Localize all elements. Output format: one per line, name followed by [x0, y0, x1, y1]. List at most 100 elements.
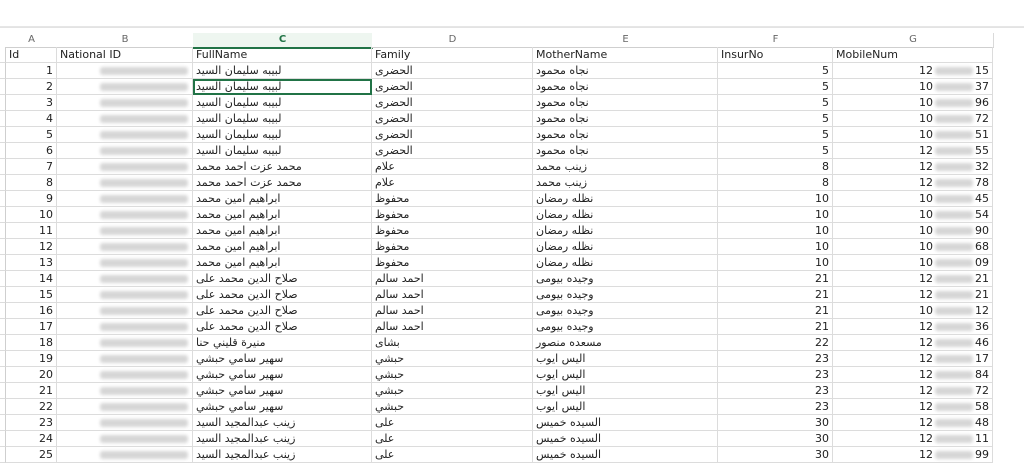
family-cell[interactable]: بشاى	[372, 335, 533, 351]
fullname-cell[interactable]: سهير سامي حبشي	[193, 399, 372, 415]
national-id-cell[interactable]	[57, 255, 193, 271]
fullname-cell[interactable]: صلاح الدين محمد على	[193, 303, 372, 319]
national-id-cell[interactable]	[57, 239, 193, 255]
mothername-cell[interactable]: وجيده بيومى	[533, 271, 718, 287]
mothername-cell[interactable]: السيده خميس	[533, 447, 718, 463]
id-cell[interactable]: 22	[6, 399, 57, 415]
fullname-cell[interactable]: محمد عزت احمد محمد	[193, 159, 372, 175]
id-cell[interactable]: 4	[6, 111, 57, 127]
mobilenum-cell[interactable]: 12 48	[833, 415, 993, 431]
id-cell[interactable]: 10	[6, 207, 57, 223]
national-id-cell[interactable]	[57, 223, 193, 239]
national-id-cell[interactable]	[57, 415, 193, 431]
insurno-cell[interactable]: 5	[718, 95, 833, 111]
insurno-cell[interactable]: 21	[718, 271, 833, 287]
mobilenum-cell[interactable]: 12 11	[833, 431, 993, 447]
insurno-cell[interactable]: 8	[718, 159, 833, 175]
family-cell[interactable]: حبشي	[372, 399, 533, 415]
national-id-cell[interactable]	[57, 207, 193, 223]
column-header-d[interactable]: D	[372, 33, 534, 48]
fullname-cell[interactable]: محمد عزت احمد محمد	[193, 175, 372, 191]
insurno-cell[interactable]: 10	[718, 239, 833, 255]
mothername-cell[interactable]: زينب محمد	[533, 159, 718, 175]
national-id-cell[interactable]	[57, 303, 193, 319]
family-cell[interactable]: علام	[372, 159, 533, 175]
mobilenum-cell[interactable]: 12 55	[833, 143, 993, 159]
national-id-cell[interactable]	[57, 383, 193, 399]
mobilenum-cell[interactable]: 10 72	[833, 111, 993, 127]
family-cell[interactable]: احمد سالم	[372, 287, 533, 303]
insurno-cell[interactable]: 23	[718, 399, 833, 415]
mothername-cell[interactable]: نظله رمضان	[533, 255, 718, 271]
field-header-id[interactable]: Id	[6, 47, 57, 63]
family-cell[interactable]: على	[372, 431, 533, 447]
national-id-cell[interactable]	[57, 351, 193, 367]
id-cell[interactable]: 25	[6, 447, 57, 463]
mobilenum-cell[interactable]: 12 32	[833, 159, 993, 175]
mobilenum-cell[interactable]: 12 99	[833, 447, 993, 463]
mobilenum-cell[interactable]: 12 78	[833, 175, 993, 191]
family-cell[interactable]: على	[372, 415, 533, 431]
fullname-cell[interactable]: زينب عبدالمجيد السيد	[193, 431, 372, 447]
id-cell[interactable]: 7	[6, 159, 57, 175]
id-cell[interactable]: 9	[6, 191, 57, 207]
mobilenum-cell[interactable]: 12 72	[833, 383, 993, 399]
mothername-cell[interactable]: نجاه محمود	[533, 143, 718, 159]
fullname-cell[interactable]: زينب عبدالمجيد السيد	[193, 415, 372, 431]
fullname-cell[interactable]: لبيبه سليمان السيد	[193, 143, 372, 159]
fullname-cell[interactable]: سهير سامي حبشي	[193, 383, 372, 399]
mothername-cell[interactable]: وجيده بيومى	[533, 303, 718, 319]
mothername-cell[interactable]: اليس ايوب	[533, 351, 718, 367]
mothername-cell[interactable]: زينب محمد	[533, 175, 718, 191]
mobilenum-cell[interactable]: 10 51	[833, 127, 993, 143]
id-cell[interactable]: 13	[6, 255, 57, 271]
national-id-cell[interactable]	[57, 95, 193, 111]
fullname-cell[interactable]: زينب عبدالمجيد السيد	[193, 447, 372, 463]
id-cell[interactable]: 23	[6, 415, 57, 431]
mothername-cell[interactable]: نظله رمضان	[533, 223, 718, 239]
field-header-national-id[interactable]: National ID	[57, 47, 193, 63]
mobilenum-cell[interactable]: 12 21	[833, 271, 993, 287]
fullname-cell[interactable]: صلاح الدين محمد على	[193, 271, 372, 287]
mobilenum-cell[interactable]: 10 09	[833, 255, 993, 271]
insurno-cell[interactable]: 21	[718, 319, 833, 335]
family-cell[interactable]: احمد سالم	[372, 303, 533, 319]
id-cell[interactable]: 6	[6, 143, 57, 159]
mothername-cell[interactable]: وجيده بيومى	[533, 319, 718, 335]
national-id-cell[interactable]	[57, 335, 193, 351]
fullname-cell[interactable]: سهير سامي حبشي	[193, 351, 372, 367]
id-cell[interactable]: 3	[6, 95, 57, 111]
fullname-cell[interactable]: صلاح الدين محمد على	[193, 287, 372, 303]
id-cell[interactable]: 14	[6, 271, 57, 287]
insurno-cell[interactable]: 23	[718, 383, 833, 399]
field-header-insurno[interactable]: InsurNo	[718, 47, 833, 63]
family-cell[interactable]: علام	[372, 175, 533, 191]
mobilenum-cell[interactable]: 10 68	[833, 239, 993, 255]
insurno-cell[interactable]: 21	[718, 287, 833, 303]
id-cell[interactable]: 19	[6, 351, 57, 367]
mothername-cell[interactable]: نجاه محمود	[533, 79, 718, 95]
insurno-cell[interactable]: 8	[718, 175, 833, 191]
id-cell[interactable]: 11	[6, 223, 57, 239]
fullname-cell[interactable]: لبيبه سليمان السيد	[193, 127, 372, 143]
national-id-cell[interactable]	[57, 431, 193, 447]
mothername-cell[interactable]: نجاه محمود	[533, 63, 718, 79]
insurno-cell[interactable]: 5	[718, 79, 833, 95]
insurno-cell[interactable]: 10	[718, 255, 833, 271]
mobilenum-cell[interactable]: 10 37	[833, 79, 993, 95]
id-cell[interactable]: 17	[6, 319, 57, 335]
national-id-cell[interactable]	[57, 287, 193, 303]
insurno-cell[interactable]: 30	[718, 431, 833, 447]
mothername-cell[interactable]: اليس ايوب	[533, 367, 718, 383]
national-id-cell[interactable]	[57, 367, 193, 383]
family-cell[interactable]: الحضرى	[372, 127, 533, 143]
fullname-cell[interactable]: سهير سامي حبشي	[193, 367, 372, 383]
id-cell[interactable]: 2	[6, 79, 57, 95]
family-cell[interactable]: محفوظ	[372, 239, 533, 255]
mothername-cell[interactable]: نظله رمضان	[533, 239, 718, 255]
fullname-cell[interactable]: ابراهيم امين محمد	[193, 239, 372, 255]
mothername-cell[interactable]: وجيده بيومى	[533, 287, 718, 303]
insurno-cell[interactable]: 10	[718, 207, 833, 223]
insurno-cell[interactable]: 23	[718, 351, 833, 367]
field-header-mothername[interactable]: MotherName	[533, 47, 718, 63]
